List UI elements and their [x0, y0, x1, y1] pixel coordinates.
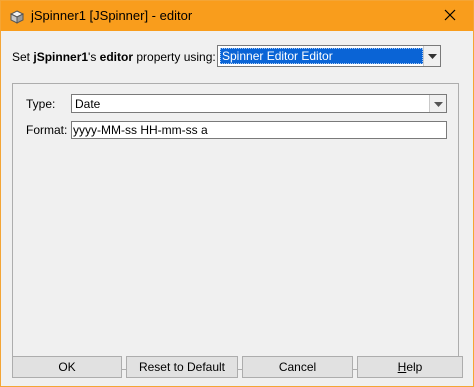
app-cube-icon: [9, 10, 25, 24]
label-prefix: Set: [12, 49, 34, 64]
close-button[interactable]: [427, 1, 473, 31]
type-select-value: Date: [75, 96, 101, 111]
close-icon: [444, 9, 456, 24]
dialog-content: Set jSpinner1 's editor property using: …: [1, 31, 473, 386]
title-bar[interactable]: jSpinner1 [JSpinner] - editor: [1, 1, 473, 31]
label-suffix: property using:: [133, 49, 216, 64]
editor-select-value: Spinner Editor Editor: [220, 48, 423, 64]
help-button[interactable]: Help: [357, 356, 463, 378]
button-row: OK Reset to Default Cancel Help: [12, 356, 464, 378]
format-label: Format:: [26, 123, 68, 137]
property-name: editor: [99, 49, 134, 64]
editor-select-dropdown-button[interactable]: [423, 46, 440, 66]
type-label: Type:: [26, 97, 56, 111]
chevron-down-icon: [433, 97, 443, 111]
type-select-dropdown-button[interactable]: [429, 95, 446, 112]
dialog-window: jSpinner1 [JSpinner] - editor Set jSpinn…: [0, 0, 474, 387]
format-input[interactable]: [71, 121, 447, 139]
cancel-button[interactable]: Cancel: [242, 356, 353, 378]
component-name: jSpinner1: [33, 49, 89, 64]
ok-button[interactable]: OK: [12, 356, 122, 378]
chevron-down-icon: [427, 49, 437, 63]
help-mnemonic: H: [397, 360, 407, 374]
label-possessive: 's: [88, 49, 100, 64]
editor-select[interactable]: Spinner Editor Editor: [217, 45, 441, 67]
spinner-editor-panel: Type: Date Format:: [12, 83, 459, 370]
help-label-rest: elp: [406, 360, 423, 374]
reset-to-default-button[interactable]: Reset to Default: [126, 356, 238, 378]
window-title: jSpinner1 [JSpinner] - editor: [31, 8, 193, 23]
property-editor-label: Set jSpinner1 's editor property using:: [12, 46, 216, 67]
type-select[interactable]: Date: [71, 94, 447, 113]
